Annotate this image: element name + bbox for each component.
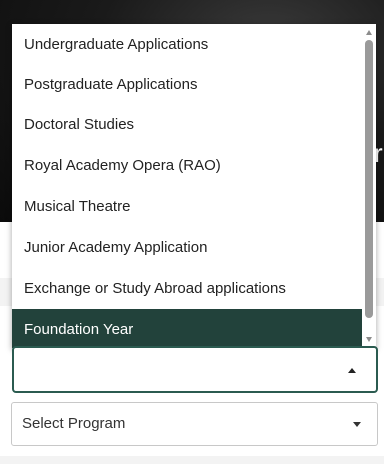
scroll-down-arrow-icon[interactable]: [366, 337, 372, 342]
program-select-value: Select Program: [22, 415, 126, 432]
option-foundation-year[interactable]: Foundation Year: [12, 309, 362, 348]
option-royal-academy-opera[interactable]: Royal Academy Opera (RAO): [12, 145, 362, 185]
option-undergraduate-applications[interactable]: Undergraduate Applications: [12, 24, 362, 64]
program-select[interactable]: Select Program: [11, 402, 378, 446]
option-junior-academy-application[interactable]: Junior Academy Application: [12, 227, 362, 267]
caret-down-icon: [353, 422, 361, 427]
scroll-thumb[interactable]: [365, 40, 373, 318]
option-musical-theatre[interactable]: Musical Theatre: [12, 186, 362, 226]
application-type-select[interactable]: [12, 346, 378, 393]
application-type-listbox[interactable]: Undergraduate Applications Postgraduate …: [12, 24, 376, 348]
scroll-up-arrow-icon[interactable]: [366, 30, 372, 35]
option-exchange-study-abroad[interactable]: Exchange or Study Abroad applications: [12, 268, 362, 308]
option-postgraduate-applications[interactable]: Postgraduate Applications: [12, 64, 362, 104]
listbox-scrollbar[interactable]: [362, 24, 376, 348]
caret-up-icon: [348, 368, 356, 373]
footer-band: [0, 456, 384, 464]
option-doctoral-studies[interactable]: Doctoral Studies: [12, 104, 362, 144]
